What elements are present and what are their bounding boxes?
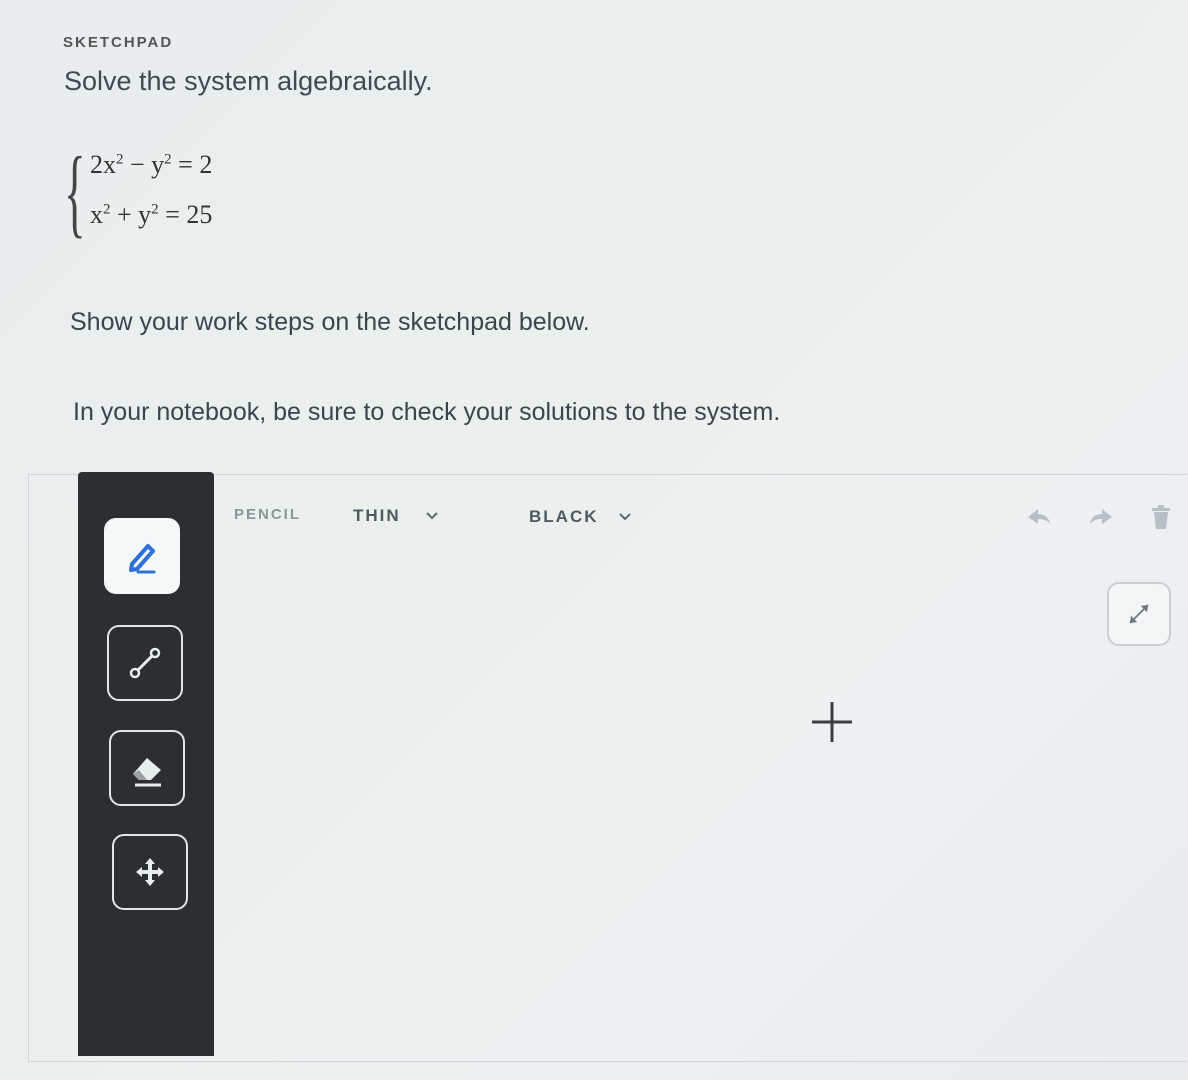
chevron-down-icon[interactable] [617,509,633,525]
section-label: SKETCHPAD [63,34,174,51]
move-icon [136,858,164,886]
undo-icon[interactable] [1024,502,1054,532]
expand-button[interactable] [1107,582,1171,646]
equation-2: x2 + y2 = 25 [90,200,213,229]
problem-prompt: Solve the system algebraically. [64,66,433,96]
pencil-icon [129,544,156,574]
move-tool-button[interactable] [112,834,188,910]
tool-name-label: PENCIL [234,506,302,523]
expand-icon [1129,604,1149,624]
line-icon [129,647,161,679]
crosshair-cursor-icon [812,702,852,742]
color-dropdown[interactable]: BLACK [529,507,599,527]
instruction-notebook: In your notebook, be sure to check your … [73,398,781,426]
chevron-down-icon[interactable] [424,508,440,524]
equation-system: { 2x2 − y2 = 2 x2 + y2 = 25 [64,142,284,244]
page: SKETCHPAD Solve the system algebraically… [0,0,1188,1080]
instruction-sketchpad: Show your work steps on the sketchpad be… [70,308,590,336]
pencil-tool-button[interactable] [104,518,180,594]
eraser-icon [133,758,161,787]
equation-1: 2x2 − y2 = 2 [90,150,213,179]
thickness-dropdown[interactable]: THIN [353,506,401,526]
system-brace: { [64,136,86,247]
trash-icon[interactable] [1146,502,1176,532]
redo-icon[interactable] [1086,502,1116,532]
line-tool-button[interactable] [107,625,183,701]
eraser-tool-button[interactable] [109,730,185,806]
